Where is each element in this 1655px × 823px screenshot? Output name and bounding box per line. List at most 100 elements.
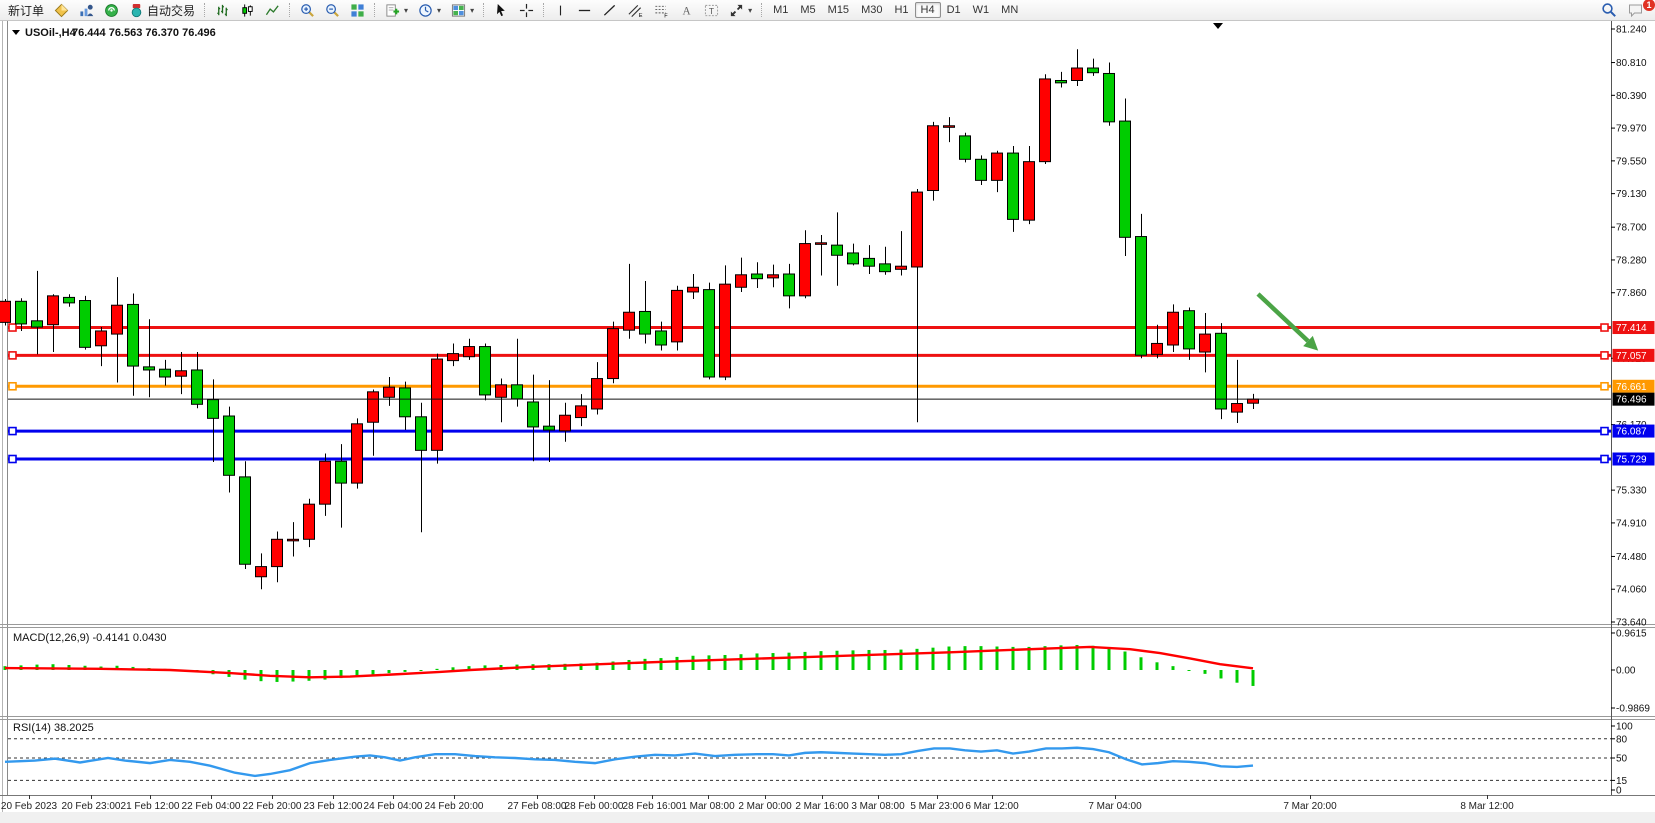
svg-text:73.640: 73.640: [1616, 617, 1647, 628]
svg-text:24 Feb 20:00: 24 Feb 20:00: [425, 801, 484, 812]
horizontal-line-button[interactable]: [572, 2, 597, 19]
svg-text:79.550: 79.550: [1616, 156, 1647, 167]
cursor-button[interactable]: [489, 2, 514, 19]
label-button[interactable]: T: [699, 2, 724, 19]
price-badge-77.057: 77.057: [1613, 349, 1655, 362]
svg-text:0: 0: [1616, 786, 1622, 797]
svg-text:22 Feb 20:00: 22 Feb 20:00: [243, 801, 302, 812]
svg-text:78.280: 78.280: [1616, 255, 1647, 266]
price-badge-77.414: 77.414: [1613, 321, 1655, 334]
svg-text:78.700: 78.700: [1616, 223, 1647, 234]
tf-m15[interactable]: M15: [822, 2, 855, 18]
zoom-in-button[interactable]: [295, 2, 320, 19]
svg-text:80.810: 80.810: [1616, 58, 1647, 69]
separator: [204, 3, 206, 17]
separator: [289, 3, 291, 17]
zoom-out-button[interactable]: [320, 2, 345, 19]
svg-text:0.00: 0.00: [1616, 666, 1636, 677]
tf-mn[interactable]: MN: [995, 2, 1024, 18]
svg-text:76.661: 76.661: [1616, 382, 1647, 393]
tile-windows-button[interactable]: [345, 2, 370, 19]
svg-text:28 Feb 16:00: 28 Feb 16:00: [623, 801, 682, 812]
chevron-down-icon: ▾: [404, 6, 408, 15]
svg-text:50: 50: [1616, 754, 1628, 765]
data-window-icon[interactable]: [74, 2, 99, 19]
tf-w1[interactable]: W1: [967, 2, 996, 18]
chart-background: [0, 21, 1655, 812]
svg-text:80: 80: [1616, 734, 1628, 745]
svg-text:20 Feb 23:00: 20 Feb 23:00: [62, 801, 121, 812]
svg-text:80.390: 80.390: [1616, 91, 1647, 102]
arrows-button[interactable]: ▾: [724, 2, 757, 19]
svg-text:77.057: 77.057: [1616, 351, 1647, 362]
tf-m1[interactable]: M1: [767, 2, 794, 18]
svg-text:76.496: 76.496: [1616, 395, 1647, 406]
svg-text:0.9615: 0.9615: [1616, 628, 1647, 639]
separator: [483, 3, 485, 17]
svg-text:27 Feb 08:00: 27 Feb 08:00: [508, 801, 567, 812]
svg-text:24 Feb 04:00: 24 Feb 04:00: [364, 801, 423, 812]
gold-cube-icon[interactable]: [49, 2, 74, 19]
new-order-button[interactable]: 新订单: [3, 2, 49, 19]
svg-text:76.087: 76.087: [1616, 427, 1647, 438]
svg-text:81.240: 81.240: [1616, 25, 1647, 36]
chat-button[interactable]: 1: [1622, 2, 1649, 19]
price-badge-76.661: 76.661: [1613, 380, 1655, 393]
period-button[interactable]: ▾: [413, 2, 446, 19]
vertical-line-button[interactable]: [549, 2, 572, 19]
svg-text:7 Mar 04:00: 7 Mar 04:00: [1088, 801, 1142, 812]
svg-text:2 Mar 00:00: 2 Mar 00:00: [738, 801, 792, 812]
tf-h4[interactable]: H4: [915, 2, 941, 18]
chart-title: USOil-,H476.444 76.563 76.370 76.496: [12, 27, 216, 39]
crosshair-button[interactable]: [514, 2, 539, 19]
bar-chart-button[interactable]: [210, 2, 235, 19]
chevron-down-icon: ▾: [437, 6, 441, 15]
navigator-icon[interactable]: [99, 2, 124, 19]
price-badge-76.087: 76.087: [1613, 425, 1655, 438]
svg-text:USOil-,H4: USOil-,H4: [25, 27, 77, 39]
separator: [761, 3, 763, 17]
svg-text:75.330: 75.330: [1616, 486, 1647, 497]
tf-d1[interactable]: D1: [941, 2, 967, 18]
svg-text:74.910: 74.910: [1616, 518, 1647, 529]
search-button[interactable]: [1596, 2, 1622, 19]
line-chart-button[interactable]: [260, 2, 285, 19]
mt4-window: 新订单 自动交易 ▾ ▾ ▾ E F A T ▾ M1: [0, 0, 1655, 823]
svg-text:6 Mar 12:00: 6 Mar 12:00: [965, 801, 1019, 812]
tf-h1[interactable]: H1: [888, 2, 914, 18]
new-chart-button[interactable]: ▾: [380, 2, 413, 19]
autotrading-button[interactable]: 自动交易: [124, 2, 200, 19]
svg-text:100: 100: [1616, 722, 1633, 733]
svg-text:A: A: [683, 5, 692, 17]
separator: [374, 3, 376, 17]
rsi-label: RSI(14) 38.2025: [13, 722, 94, 734]
autotrading-label: 自动交易: [147, 2, 195, 19]
svg-text:E: E: [639, 13, 643, 18]
channel-button[interactable]: E: [622, 2, 648, 19]
svg-text:7 Mar 20:00: 7 Mar 20:00: [1283, 801, 1337, 812]
svg-text:F: F: [664, 13, 668, 17]
svg-text:T: T: [709, 5, 714, 15]
svg-text:28 Feb 00:00: 28 Feb 00:00: [565, 801, 624, 812]
template-button[interactable]: ▾: [446, 2, 479, 19]
chevron-down-icon: ▾: [470, 6, 474, 15]
svg-text:2 Mar 16:00: 2 Mar 16:00: [795, 801, 849, 812]
chevron-down-icon: ▾: [748, 6, 752, 15]
svg-text:76.444 76.563 76.370 76.496: 76.444 76.563 76.370 76.496: [72, 27, 216, 39]
candlestick-button[interactable]: [235, 2, 260, 19]
svg-text:23 Feb 12:00: 23 Feb 12:00: [304, 801, 363, 812]
svg-text:22 Feb 04:00: 22 Feb 04:00: [182, 801, 241, 812]
text-button[interactable]: A: [674, 2, 699, 19]
svg-text:74.060: 74.060: [1616, 585, 1647, 596]
price-badge-75.729: 75.729: [1613, 453, 1655, 466]
trendline-button[interactable]: [597, 2, 622, 19]
fibonacci-button[interactable]: F: [648, 2, 674, 19]
svg-text:77.860: 77.860: [1616, 288, 1647, 299]
svg-text:21 Feb 12:00: 21 Feb 12:00: [121, 801, 180, 812]
svg-text:75.729: 75.729: [1616, 455, 1647, 466]
separator: [543, 3, 545, 17]
chart-canvas[interactable]: 81.24080.81080.39079.97079.55079.13078.7…: [0, 0, 1655, 823]
tf-m30[interactable]: M30: [855, 2, 888, 18]
svg-text:74.480: 74.480: [1616, 552, 1647, 563]
tf-m5[interactable]: M5: [794, 2, 821, 18]
